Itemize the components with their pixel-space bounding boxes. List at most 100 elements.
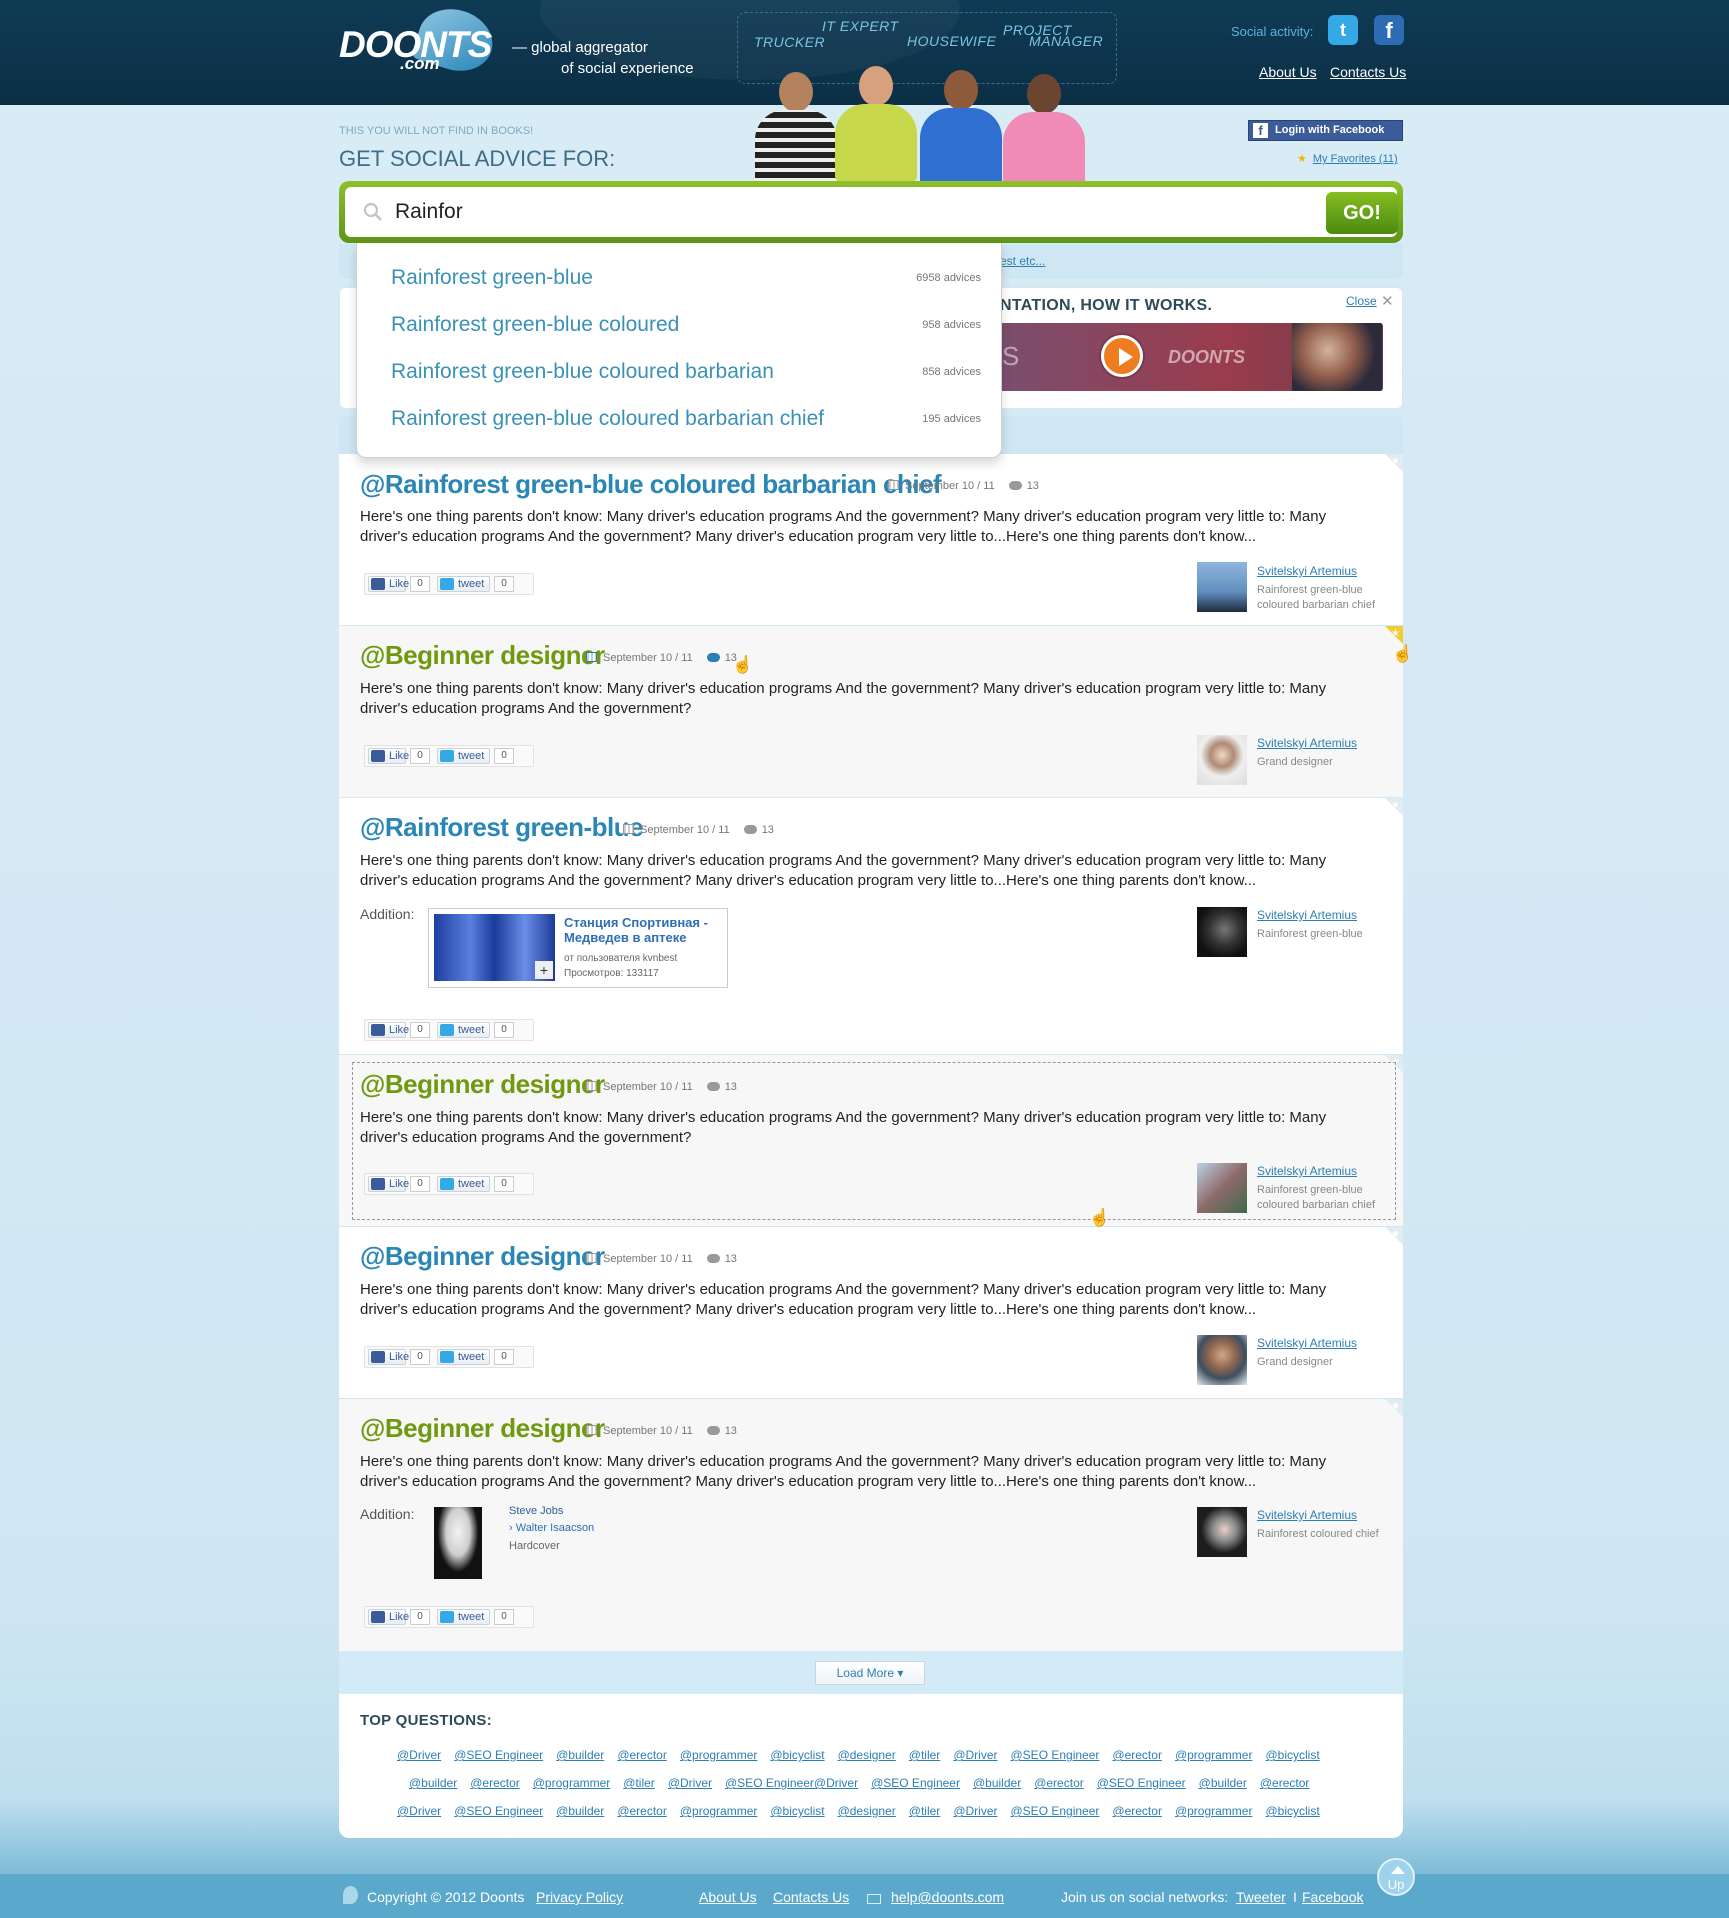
question-tag[interactable]: @builder <box>556 1804 604 1818</box>
star-icon[interactable]: ★ <box>1391 628 1400 639</box>
comments-icon[interactable] <box>1008 481 1022 490</box>
question-tag[interactable]: @Driver <box>668 1776 712 1790</box>
author-name[interactable]: Svitelskyi Artemius <box>1257 1336 1357 1350</box>
question-tag[interactable]: @erector <box>1260 1776 1310 1790</box>
like-button[interactable]: Like <box>368 1022 409 1038</box>
question-tag[interactable]: @Driver <box>953 1804 997 1818</box>
book-cover[interactable] <box>434 1507 482 1579</box>
post-title[interactable]: @Rainforest green-blue coloured barbaria… <box>360 469 942 500</box>
question-tag[interactable]: @erector <box>617 1804 667 1818</box>
question-tag[interactable]: @bicyclist <box>1265 1748 1319 1762</box>
avatar[interactable] <box>1197 907 1247 957</box>
star-icon[interactable]: ★ <box>1391 456 1400 467</box>
footer-email-link[interactable]: help@doonts.com <box>891 1889 1004 1905</box>
author-name[interactable]: Svitelskyi Artemius <box>1257 564 1357 578</box>
promo-video[interactable]: S DOONTS <box>1000 323 1383 391</box>
question-tag[interactable]: @SEO Engineer <box>1011 1804 1100 1818</box>
question-tag[interactable]: @bicyclist <box>1265 1804 1319 1818</box>
question-tag[interactable]: @programmer <box>680 1804 758 1818</box>
tweet-button[interactable]: tweet <box>437 748 490 764</box>
avatar[interactable] <box>1197 1335 1247 1385</box>
autocomplete-item[interactable]: Rainforest green-blue coloured barbarian… <box>391 352 981 392</box>
question-tag[interactable]: @Driver <box>397 1748 441 1762</box>
comments-count[interactable]: 13 <box>762 824 774 836</box>
question-tag[interactable]: @erector <box>1112 1804 1162 1818</box>
login-facebook-button[interactable]: f Login with Facebook <box>1248 120 1403 141</box>
question-tag[interactable]: @erector <box>470 1776 520 1790</box>
question-tag[interactable]: @programmer <box>1175 1804 1253 1818</box>
tweet-button[interactable]: tweet <box>437 1022 490 1038</box>
scroll-up-button[interactable]: Up <box>1377 1858 1415 1896</box>
play-icon[interactable] <box>1101 335 1143 377</box>
question-tag[interactable]: @tiler <box>623 1776 655 1790</box>
question-tag[interactable]: @erector <box>617 1748 667 1762</box>
question-tag[interactable]: @erector <box>1112 1748 1162 1762</box>
footer-privacy-link[interactable]: Privacy Policy <box>536 1889 623 1905</box>
my-favorites-link[interactable]: ★ My Favorites (11) <box>1297 152 1398 165</box>
plus-icon[interactable]: + <box>535 961 553 979</box>
question-tag[interactable]: @Driver <box>953 1748 997 1762</box>
video-thumbnail[interactable]: + <box>434 914 555 981</box>
question-tag[interactable]: @SEO Engineer@Driver <box>725 1776 858 1790</box>
tweet-button[interactable]: tweet <box>437 1609 490 1625</box>
question-tag[interactable]: @tiler <box>909 1748 941 1762</box>
promo-close-link[interactable]: Close <box>1346 294 1377 308</box>
question-tag[interactable]: @erector <box>1034 1776 1084 1790</box>
book-title[interactable]: Steve Jobs <box>509 1505 563 1517</box>
tweet-button[interactable]: tweet <box>437 1349 490 1365</box>
question-tag[interactable]: @builder <box>1199 1776 1247 1790</box>
footer-tweeter-link[interactable]: Tweeter <box>1236 1889 1286 1905</box>
twitter-icon[interactable]: t <box>1328 15 1358 45</box>
question-tag[interactable]: @Driver <box>397 1804 441 1818</box>
post-title[interactable]: @Rainforest green-blue <box>360 812 644 843</box>
question-tag[interactable]: @builder <box>556 1748 604 1762</box>
like-button[interactable]: Like <box>368 1349 409 1365</box>
like-button[interactable]: Like <box>368 576 409 592</box>
question-tag[interactable]: @builder <box>973 1776 1021 1790</box>
question-tag[interactable]: @SEO Engineer <box>1011 1748 1100 1762</box>
go-button[interactable]: GO! <box>1326 192 1398 234</box>
nav-about-us[interactable]: About Us <box>1259 64 1317 80</box>
tweet-button[interactable]: tweet <box>437 576 490 592</box>
comments-icon[interactable] <box>743 825 757 834</box>
avatar[interactable] <box>1197 1507 1247 1557</box>
question-tag[interactable]: @designer <box>838 1804 896 1818</box>
comments-icon[interactable] <box>706 1426 720 1435</box>
autocomplete-item[interactable]: Rainforest green-blue 6958 advices <box>391 258 981 298</box>
footer-contacts-link[interactable]: Contacts Us <box>773 1889 849 1905</box>
footer-facebook-link[interactable]: Facebook <box>1302 1889 1363 1905</box>
close-icon[interactable]: ✕ <box>1381 292 1394 310</box>
star-icon[interactable]: ★ <box>1391 800 1400 811</box>
question-tag[interactable]: @builder <box>409 1776 457 1790</box>
author-name[interactable]: Svitelskyi Artemius <box>1257 908 1357 922</box>
question-tag[interactable]: @designer <box>838 1748 896 1762</box>
comments-count[interactable]: 13 <box>725 1425 737 1437</box>
load-more-button[interactable]: Load More ▾ <box>815 1661 925 1685</box>
search-input[interactable] <box>395 196 1325 228</box>
comments-count[interactable]: 13 <box>725 1253 737 1265</box>
question-tag[interactable]: @tiler <box>909 1804 941 1818</box>
comments-icon[interactable] <box>706 653 720 662</box>
avatar[interactable] <box>1197 562 1247 612</box>
avatar[interactable] <box>1197 735 1247 785</box>
post-title[interactable]: @Beginner designer <box>360 640 605 671</box>
search-hint-link[interactable]: est etc... <box>1000 254 1045 268</box>
video-title[interactable]: Станция Спортивная - Медведев в аптеке <box>564 915 724 945</box>
question-tag[interactable]: @bicyclist <box>770 1748 824 1762</box>
star-icon[interactable]: ★ <box>1391 1229 1400 1240</box>
question-tag[interactable]: @bicyclist <box>770 1804 824 1818</box>
question-tag[interactable]: @programmer <box>533 1776 611 1790</box>
comments-count[interactable]: 13 <box>1027 480 1039 492</box>
like-button[interactable]: Like <box>368 748 409 764</box>
question-tag[interactable]: @SEO Engineer <box>454 1804 543 1818</box>
star-icon[interactable]: ★ <box>1391 1401 1400 1412</box>
question-tag[interactable]: @SEO Engineer <box>1097 1776 1186 1790</box>
like-button[interactable]: Like <box>368 1609 409 1625</box>
autocomplete-item[interactable]: Rainforest green-blue coloured 958 advic… <box>391 305 981 345</box>
author-name[interactable]: Svitelskyi Artemius <box>1257 736 1357 750</box>
question-tag[interactable]: @SEO Engineer <box>454 1748 543 1762</box>
question-tag[interactable]: @programmer <box>680 1748 758 1762</box>
comments-icon[interactable] <box>706 1254 720 1263</box>
video-attachment[interactable]: + Станция Спортивная - Медведев в аптеке… <box>428 908 728 988</box>
footer-about-link[interactable]: About Us <box>699 1889 757 1905</box>
